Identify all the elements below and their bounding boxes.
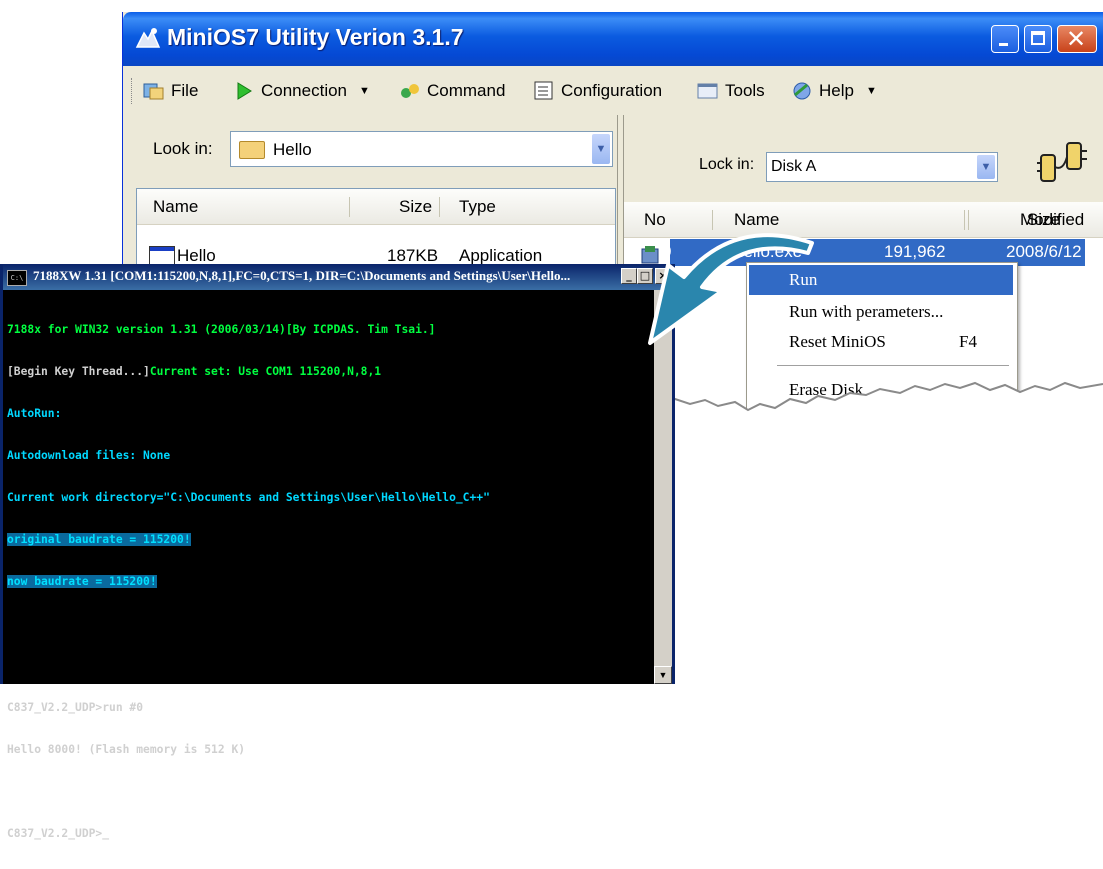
console-text: original baudrate = 115200!	[7, 533, 191, 546]
menu-command-label: Command	[427, 81, 506, 100]
console-prompt[interactable]: C837_V2.2_UDP>_	[7, 827, 647, 841]
command-icon	[401, 84, 419, 98]
column-size[interactable]: Size	[399, 189, 432, 225]
title-bar[interactable]: MiniOS7 Utility Verion 3.1.7 ✕	[123, 12, 1103, 66]
console-output[interactable]: 7188x for WIN32 version 1.31 (2006/03/14…	[7, 295, 647, 840]
configuration-icon	[534, 81, 553, 100]
console-line: Hello 8000! (Flash memory is 512 K)	[7, 743, 246, 756]
menu-help[interactable]: Help ▼	[791, 79, 877, 103]
console-text: Current set: Use COM1 115200,N,8,1	[149, 365, 382, 378]
file-modified: 2008/6/12	[1006, 242, 1082, 261]
menu-item-erase-disk[interactable]: Erase Disk	[749, 375, 1013, 405]
maximize-icon	[1031, 31, 1045, 45]
file-type: Application	[459, 246, 543, 265]
console-title: 7188XW 1.31 [COM1:115200,N,8,1],FC=0,CTS…	[33, 268, 571, 283]
menu-help-label: Help	[819, 81, 854, 100]
console-line: AutoRun:	[7, 407, 62, 420]
minimize-button[interactable]	[991, 25, 1019, 53]
console-line: original baudrate = 115200!	[7, 533, 647, 547]
play-arrow-icon	[237, 82, 252, 100]
curved-arrow-icon	[648, 233, 814, 345]
column-name[interactable]: Name	[153, 189, 198, 225]
lock-in-dropdown[interactable]: Disk A ▼	[766, 152, 998, 182]
console-title-bar[interactable]: C:\ 7188XW 1.31 [COM1:115200,N,8,1],FC=0…	[3, 264, 672, 290]
menu-connection-label: Connection	[261, 81, 348, 100]
menu-tools-label: Tools	[725, 81, 765, 100]
column-separator[interactable]	[349, 197, 350, 217]
folder-icon	[239, 141, 265, 159]
console-line: Current work directory="C:\Documents and…	[7, 491, 490, 504]
chevron-down-icon[interactable]: ▼	[977, 155, 995, 179]
console-text: now baudrate = 115200!	[7, 575, 157, 588]
look-in-value: Hello	[273, 140, 312, 159]
maximize-button[interactable]	[1024, 25, 1052, 53]
look-in-dropdown[interactable]: Hello ▼	[230, 131, 613, 167]
console-line: [Begin Key Thread...]Current set: Use CO…	[7, 365, 647, 379]
lock-in-value: Disk A	[771, 158, 817, 175]
application-icon	[149, 246, 175, 266]
console-line: now baudrate = 115200!	[7, 575, 647, 589]
file-size: 191,962	[884, 242, 946, 261]
look-in-label: Look in:	[153, 139, 213, 158]
help-icon	[793, 82, 811, 100]
menu-tools[interactable]: Tools	[697, 79, 765, 103]
menu-configuration-label: Configuration	[561, 81, 663, 100]
column-separator[interactable]	[968, 210, 969, 230]
shortcut-key: F4	[959, 332, 977, 351]
console-text: [Begin Key Thread...]	[7, 365, 150, 378]
menu-item-label: Erase Disk	[789, 380, 864, 399]
console-icon: C:\	[7, 270, 27, 286]
chevron-down-icon: ▼	[359, 85, 370, 97]
menu-command[interactable]: Command	[399, 79, 505, 103]
console-window: C:\ 7188XW 1.31 [COM1:115200,N,8,1],FC=0…	[0, 264, 675, 840]
menu-separator	[777, 365, 1009, 366]
column-modified[interactable]: Modified	[1020, 202, 1084, 238]
chevron-down-icon[interactable]: ▼	[592, 134, 610, 164]
minimize-icon	[999, 43, 1008, 46]
chevron-down-icon: ▼	[865, 85, 877, 97]
close-button[interactable]: ✕	[1057, 25, 1097, 53]
close-icon: ✕	[1066, 25, 1087, 53]
list-header	[137, 189, 615, 225]
console-line: 7188x for WIN32 version 1.31 (2006/03/14…	[7, 323, 436, 336]
file-transfer-icon	[143, 83, 164, 100]
app-logo-icon	[135, 28, 161, 48]
menu-file-label: File	[171, 81, 199, 100]
window-title: MiniOS7 Utility Verion 3.1.7	[167, 24, 464, 50]
column-separator[interactable]	[439, 197, 440, 217]
menu-file[interactable]: File	[143, 79, 198, 103]
connection-plug-icon[interactable]	[1033, 137, 1093, 193]
tools-icon	[697, 83, 718, 99]
lock-in-label: Lock in:	[699, 156, 755, 173]
scroll-down-icon[interactable]: ▼	[654, 666, 672, 684]
menu-connection[interactable]: Connection ▼	[233, 79, 370, 103]
toolbar-grip[interactable]	[131, 78, 135, 104]
column-type[interactable]: Type	[459, 189, 496, 225]
console-line: Autodownload files: None	[7, 449, 171, 462]
console-line: C837_V2.2_UDP>run #0	[7, 701, 144, 714]
menu-configuration[interactable]: Configuration	[533, 79, 662, 103]
file-size: 187KB	[387, 246, 439, 265]
file-name: Hello	[177, 246, 216, 265]
menu-bar: File Connection ▼ Command Configuration …	[123, 70, 1103, 110]
